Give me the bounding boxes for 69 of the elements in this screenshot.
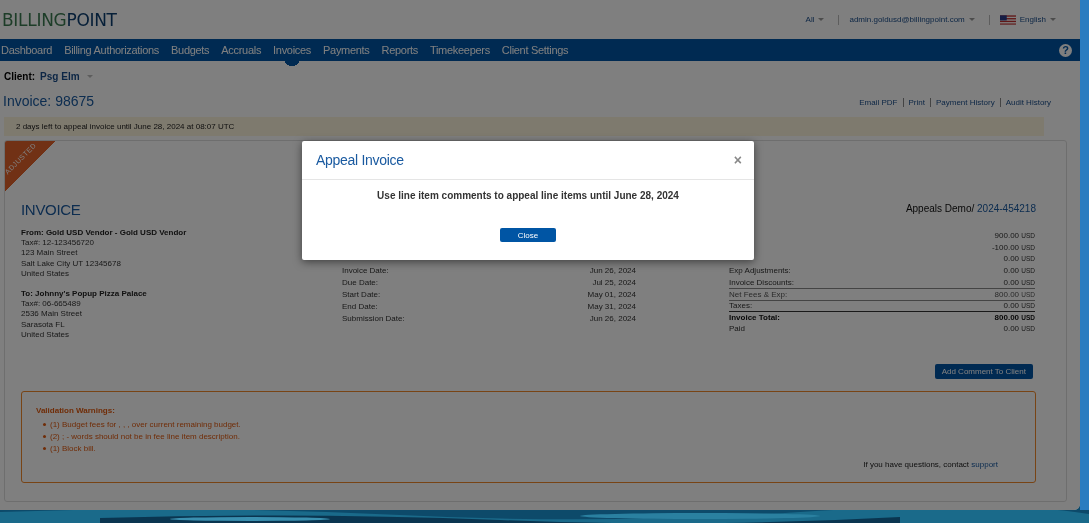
to-title: To: Johnny's Popup Pizza Palace: [21, 289, 148, 300]
support-text: If you have questions, contact support: [863, 460, 998, 470]
warning-text: (2) ; - words should not be in fee line item description.: [50, 431, 240, 441]
alert-text: 2 days left to appeal invoice until June 28, 2024 at 08:07 UTC: [16, 122, 235, 131]
address-line: 2536 Main Street: [21, 309, 83, 320]
date-label: End Date:: [342, 301, 378, 311]
date-label: Start Date:: [342, 289, 381, 299]
page-title: Invoice: 98675: [3, 93, 95, 109]
total-label: Invoice Total:: [729, 312, 780, 322]
bullet-icon: [43, 422, 46, 426]
date-label: Due Date:: [342, 277, 379, 287]
nav-tab[interactable]: Payments: [323, 39, 370, 66]
action-link[interactable]: Audit History: [1005, 98, 1051, 107]
caret-icon: [818, 18, 825, 21]
date-value: May 31, 2024: [587, 301, 636, 311]
date-label: Invoice Date:: [342, 265, 389, 275]
language-dropdown[interactable]: English: [1019, 15, 1046, 24]
warning-text: (1) Budget fees for , , , over current remaining budget.: [50, 419, 241, 429]
close-button[interactable]: ×: [729, 152, 746, 168]
total-label: Net Fees & Exp:: [729, 289, 788, 299]
invoice-heading: INVOICE: [21, 201, 81, 218]
project-link[interactable]: 2024-454218: [977, 203, 1036, 214]
total-label: Invoice Discounts:: [729, 277, 794, 287]
logo[interactable]: BILLINGPOINT: [2, 9, 117, 30]
caret-icon: [968, 18, 975, 21]
flag-icon: [999, 14, 1016, 25]
user-menu[interactable]: admin.goldusd@billingpoint.com: [849, 15, 965, 24]
scope-dropdown[interactable]: All: [805, 15, 815, 24]
address-line: Salt Lake City UT 12345678: [21, 258, 122, 269]
total-label: Taxes:: [729, 301, 753, 311]
close-button[interactable]: Close: [500, 228, 556, 242]
nav-tab[interactable]: Dashboard: [1, 39, 53, 66]
address-line: Sarasota FL: [21, 319, 66, 330]
date-value: Jul 25, 2024: [592, 277, 636, 287]
address-line: United States: [21, 268, 71, 279]
dialog-message: Use line item comments to appeal line items until June 28, 2024: [377, 190, 679, 201]
dialog-title: Appeal Invoice: [316, 152, 404, 168]
bullet-icon: [43, 446, 46, 450]
total-label: Paid: [729, 324, 745, 334]
date-value: May 01, 2024: [587, 289, 636, 299]
project-label: Appeals Demo/ 2024-454218: [905, 203, 1036, 216]
action-link[interactable]: Print: [908, 98, 925, 107]
nav-tab[interactable]: Reports: [381, 39, 418, 66]
from-title: From: Gold USD Vendor - Gold USD Vendor: [21, 228, 188, 239]
caret-icon: [1050, 18, 1056, 21]
action-link[interactable]: Email PDF: [859, 98, 898, 107]
nav-tab[interactable]: Accruals: [221, 39, 262, 66]
support-link[interactable]: support: [971, 460, 998, 470]
nav-tab[interactable]: Budgets: [171, 39, 210, 66]
address-line: United States: [21, 329, 71, 341]
address-line: Tax#: 06-665489: [21, 299, 82, 310]
date-value: Jun 26, 2024: [589, 265, 636, 275]
warnings-title: Validation Warnings:: [36, 406, 116, 416]
warning-text: (1) Block bill.: [50, 443, 96, 453]
client-label: Client:: [4, 71, 36, 82]
action-link[interactable]: Payment History: [935, 98, 995, 107]
client-dropdown[interactable]: Psg Elm: [40, 71, 80, 82]
address-line: 123 Main Street: [21, 248, 79, 259]
address-line: Tax#: 12-123456720: [21, 238, 95, 249]
nav-tab[interactable]: Timekeepers: [429, 39, 490, 66]
nav-tab[interactable]: Billing Authorizations: [64, 39, 160, 66]
date-value: Jun 26, 2024: [589, 313, 636, 323]
help-icon[interactable]: ?: [1059, 43, 1072, 57]
date-label: Submission Date:: [342, 313, 405, 323]
nav-tab[interactable]: Client Settings: [501, 39, 569, 66]
add-comment-button[interactable]: Add Comment To Client: [934, 364, 1033, 380]
caret-icon: [86, 75, 93, 78]
total-label: Exp Adjustments:: [729, 266, 791, 276]
bullet-icon: [43, 434, 46, 438]
